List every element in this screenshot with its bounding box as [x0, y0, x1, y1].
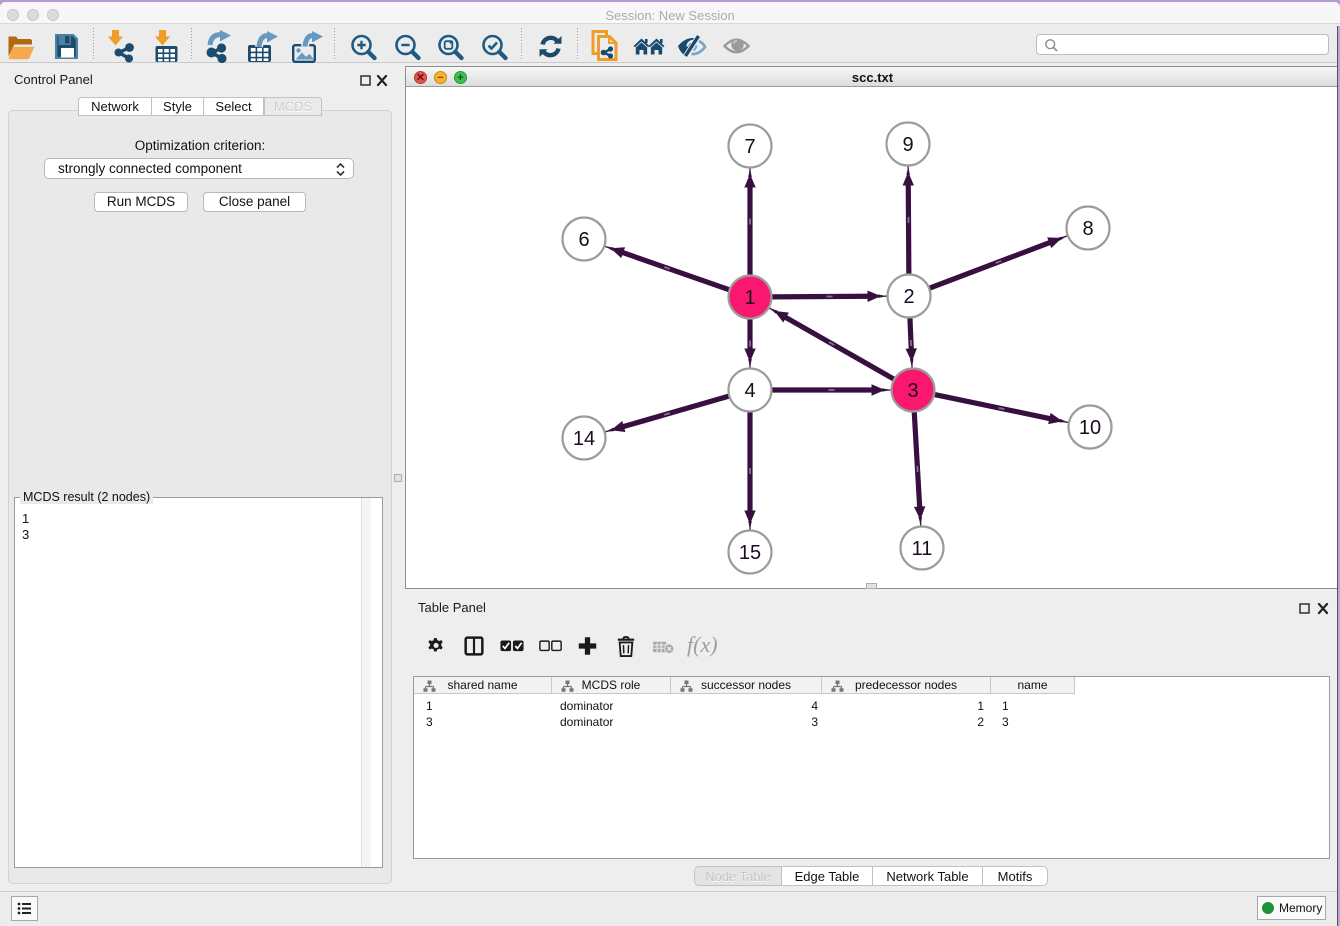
svg-text:2: 2	[903, 286, 914, 308]
svg-text:8: 8	[1082, 218, 1093, 240]
svg-text:6: 6	[578, 229, 589, 251]
svg-text:10: 10	[1079, 417, 1101, 439]
svg-text:1: 1	[744, 287, 755, 309]
svg-text:7: 7	[744, 136, 755, 158]
svg-text:4: 4	[744, 380, 755, 402]
svg-text:14: 14	[573, 428, 595, 450]
svg-text:9: 9	[902, 134, 913, 156]
svg-text:15: 15	[739, 542, 761, 564]
svg-text:11: 11	[912, 538, 933, 560]
svg-text:3: 3	[907, 380, 918, 402]
